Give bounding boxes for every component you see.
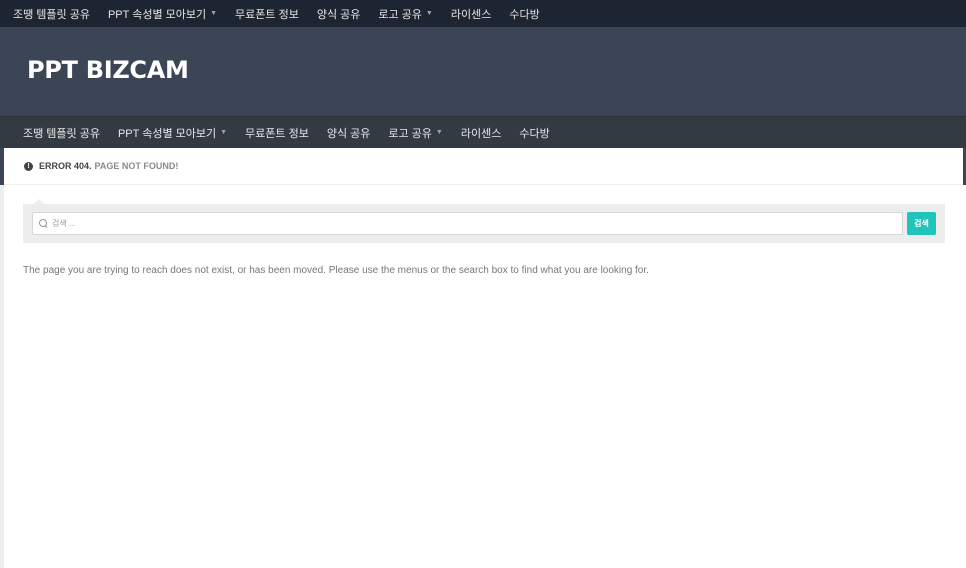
main-nav-item-license[interactable]: 라이센스	[461, 125, 501, 141]
top-nav-item-chat[interactable]: 수다방	[509, 6, 539, 22]
error-heading-bar: ! ERROR 404. PAGE NOT FOUND!	[0, 148, 966, 185]
caret-down-icon: ▼	[425, 10, 433, 17]
error-text: PAGE NOT FOUND!	[94, 161, 179, 171]
not-found-message: The page you are trying to reach does no…	[23, 265, 649, 276]
top-nav-item-free-fonts[interactable]: 무료폰트 정보	[235, 6, 299, 22]
top-nav-item-forms[interactable]: 양식 공유	[317, 6, 361, 22]
main-nav-label: 수다방	[519, 127, 550, 140]
top-nav-label: 무료폰트 정보	[235, 8, 299, 21]
main-navigation-bar: 조땡 템플릿 공유 PPT 속성별 모아보기 ▼ 무료폰트 정보 양식 공유 로고…	[0, 116, 966, 148]
main-nav-item-free-fonts[interactable]: 무료폰트 정보	[245, 125, 309, 141]
top-nav-label: 로고 공유	[378, 8, 422, 21]
main-nav-label: 로고 공유	[388, 127, 432, 140]
search-input[interactable]	[52, 219, 892, 228]
site-title[interactable]: PPT BIZCAM	[27, 56, 189, 84]
top-nav-item-license[interactable]: 라이센스	[451, 6, 491, 22]
site-header: PPT BIZCAM	[0, 27, 966, 116]
top-nav-label: PPT 속성별 모아보기	[107, 8, 207, 21]
top-nav-label: 조땡 템플릿 공유	[13, 8, 90, 21]
caret-down-icon: ▼	[435, 129, 443, 136]
search-button[interactable]: 검색	[907, 212, 936, 235]
top-nav-label: 라이센스	[450, 8, 492, 21]
caret-down-icon: ▼	[210, 10, 218, 17]
panel-notch	[34, 199, 44, 204]
top-nav-item-logos[interactable]: 로고 공유 ▼	[378, 6, 432, 22]
main-nav-item-logos[interactable]: 로고 공유 ▼	[388, 125, 442, 141]
search-panel: 검색	[23, 199, 945, 243]
top-nav-label: 양식 공유	[316, 8, 361, 21]
error-code: ERROR 404.	[39, 161, 92, 171]
main-nav-label: 양식 공유	[326, 127, 371, 140]
top-nav-label: 수다방	[509, 8, 540, 21]
caret-down-icon: ▼	[220, 129, 228, 136]
top-nav-item-ppt-category[interactable]: PPT 속성별 모아보기 ▼	[108, 6, 217, 22]
main-nav-label: 조땡 템플릿 공유	[23, 127, 100, 140]
main-nav-item-template[interactable]: 조땡 템플릿 공유	[23, 125, 100, 141]
main-nav-item-ppt-category[interactable]: PPT 속성별 모아보기 ▼	[118, 125, 227, 141]
exclamation-circle-icon: !	[24, 161, 33, 171]
main-nav-item-chat[interactable]: 수다방	[519, 125, 549, 141]
main-nav-item-forms[interactable]: 양식 공유	[327, 125, 371, 141]
main-nav-label: 무료폰트 정보	[245, 127, 309, 140]
search-field-wrapper[interactable]	[32, 212, 903, 235]
top-navigation-bar: 조땡 템플릿 공유 PPT 속성별 모아보기 ▼ 무료폰트 정보 양식 공유 로고…	[0, 0, 966, 27]
content-frame-border	[0, 148, 4, 568]
main-nav-label: 라이센스	[460, 127, 502, 140]
main-nav-label: PPT 속성별 모아보기	[117, 127, 217, 140]
search-icon	[39, 219, 48, 228]
top-nav-item-template[interactable]: 조땡 템플릿 공유	[13, 6, 90, 22]
